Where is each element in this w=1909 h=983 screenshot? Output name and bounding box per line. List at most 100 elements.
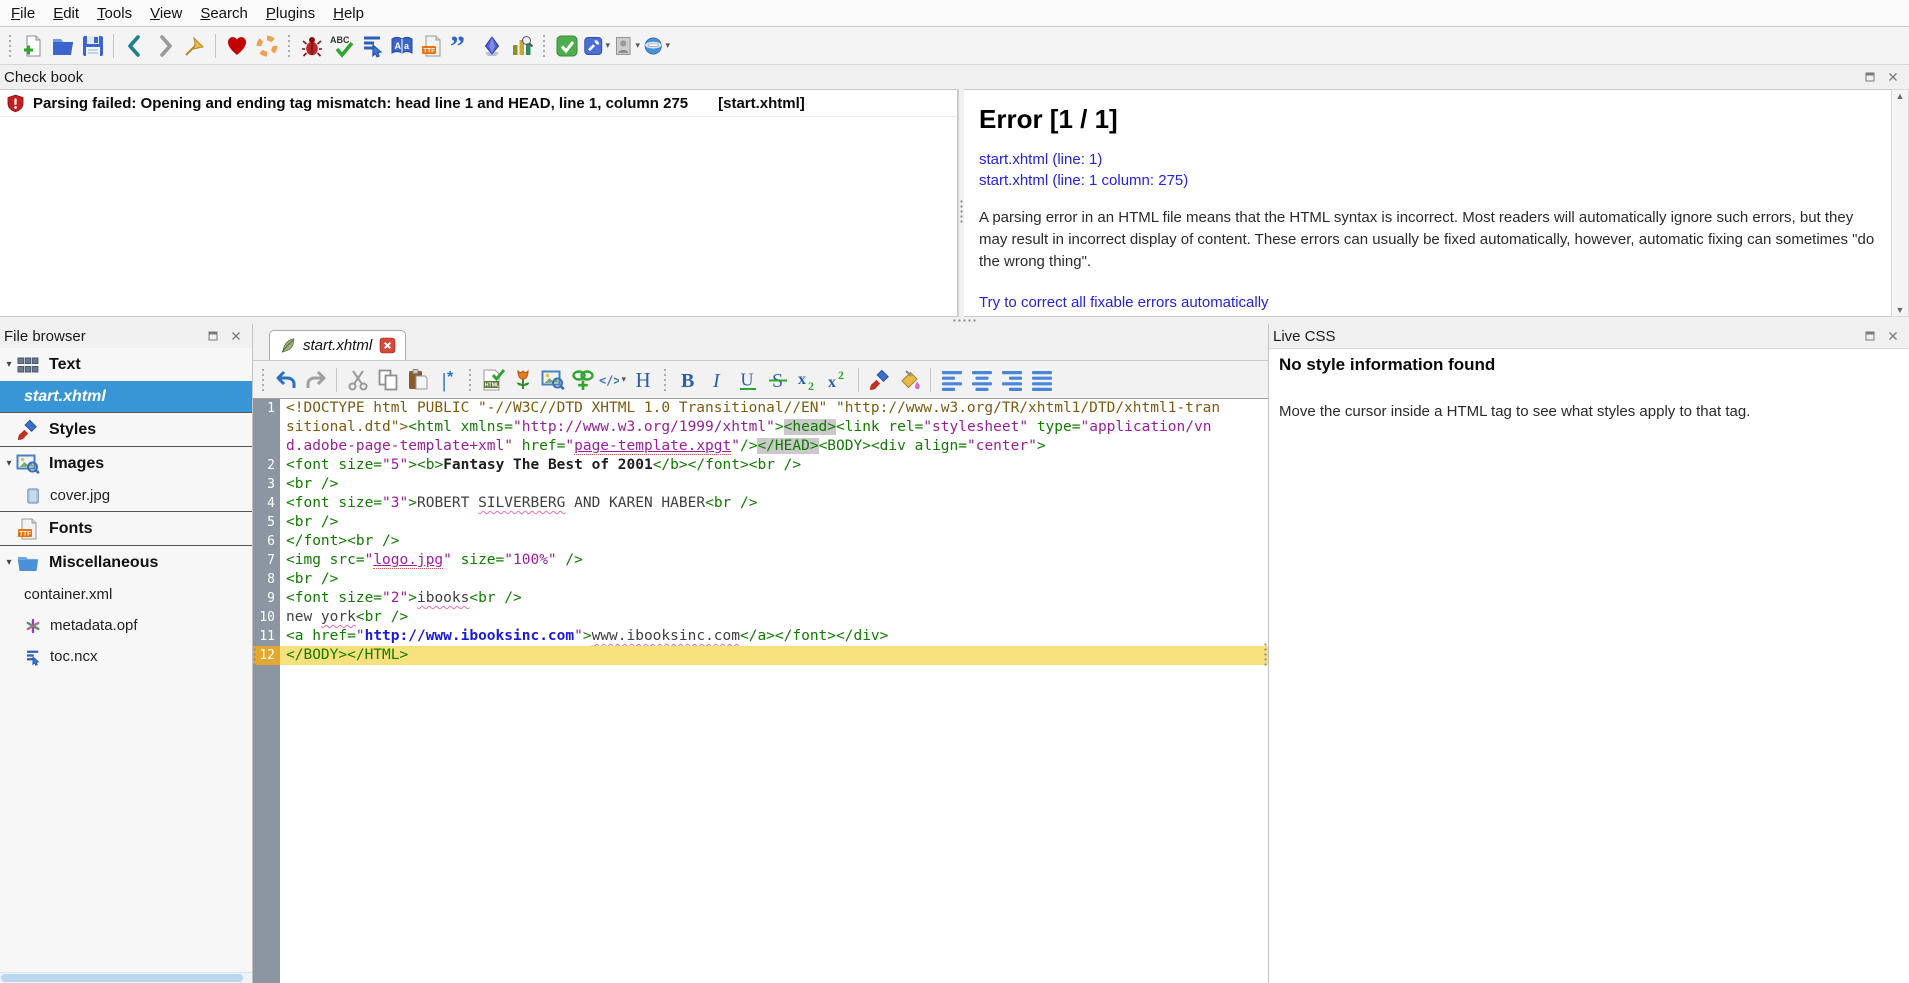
tree-item-styles[interactable]: Styles	[0, 413, 252, 446]
float-panel-button[interactable]	[1862, 329, 1878, 344]
bookmark-button[interactable]	[181, 32, 208, 59]
code-line-11[interactable]: 11 <a href="http://www.ibooksinc.com">www…	[253, 627, 1268, 646]
subscript-button[interactable]: x2	[794, 366, 821, 393]
save-button[interactable]	[79, 32, 106, 59]
toolbar-grip[interactable]	[662, 367, 668, 392]
metadata-editor-button[interactable]: Aa	[388, 32, 415, 59]
format-painter-button[interactable]	[866, 366, 893, 393]
epubcheck-button[interactable]	[553, 32, 580, 59]
align-center-button[interactable]	[968, 366, 995, 393]
dropdown-arrow-icon[interactable]: ▾	[621, 374, 626, 385]
close-panel-button[interactable]	[228, 329, 244, 344]
redo-button[interactable]	[302, 366, 329, 393]
code-view[interactable]: 1 <!DOCTYPE html PUBLIC "-//W3C//DTD XHTM…	[253, 399, 1268, 983]
dropdown-arrow-icon[interactable]: ▾	[605, 40, 610, 51]
code-text[interactable]: <br />	[280, 513, 1268, 532]
superscript-button[interactable]: x2	[824, 366, 851, 393]
mend-all-button[interactable]	[358, 32, 385, 59]
forward-button[interactable]	[151, 32, 178, 59]
donate-button[interactable]	[223, 32, 250, 59]
tree-item-metadata-opf[interactable]: metadata.opf	[0, 610, 252, 641]
tree-item-miscellaneous[interactable]: ▾ Miscellaneous	[0, 546, 252, 579]
float-panel-button[interactable]	[205, 329, 221, 344]
menu-view[interactable]: View	[141, 3, 191, 24]
details-scrollbar[interactable]: ▲ ▼	[1891, 89, 1909, 317]
float-panel-button[interactable]	[1862, 70, 1878, 85]
user-guide-button[interactable]	[253, 32, 280, 59]
file-browser-hscrollbar[interactable]	[0, 972, 252, 983]
code-text[interactable]: <img src="logo.jpg" size="100%" />	[280, 551, 1268, 570]
validation-results-list[interactable]: Parsing failed: Opening and ending tag m…	[0, 89, 958, 317]
dropdown-arrow-icon[interactable]: ▾	[665, 40, 670, 51]
code-area[interactable]: 1 <!DOCTYPE html PUBLIC "-//W3C//DTD XHTM…	[253, 399, 1268, 665]
well-formed-check-button[interactable]	[298, 32, 325, 59]
new-file-button[interactable]	[19, 32, 46, 59]
menu-edit[interactable]: Edit	[44, 3, 88, 24]
tree-item-toc-ncx[interactable]: toc.ncx	[0, 641, 252, 672]
error-location-link-2[interactable]: start.xhtml (line: 1 column: 275)	[979, 170, 1877, 191]
expand-arrow-icon[interactable]: ▾	[2, 557, 16, 568]
tree-item-fonts[interactable]: TTF Fonts	[0, 512, 252, 545]
tab-start-xhtml[interactable]: start.xhtml	[269, 330, 407, 360]
code-text[interactable]: <font size="2">ibooks<br />	[280, 589, 1268, 608]
heading-button[interactable]: H	[629, 366, 656, 393]
mend-code-button[interactable]: HTML	[479, 366, 506, 393]
insert-image-button[interactable]	[539, 366, 566, 393]
tree-item-start-xhtml[interactable]: start.xhtml	[0, 381, 252, 412]
special-characters-button[interactable]	[478, 32, 505, 59]
validation-error-row[interactable]: Parsing failed: Opening and ending tag m…	[0, 90, 957, 117]
dropdown-arrow-icon[interactable]: ▾	[635, 40, 640, 51]
tree-item-container-xml[interactable]: container.xml	[0, 579, 252, 610]
code-text[interactable]: <br />	[280, 570, 1268, 589]
insert-marker-button[interactable]: | *	[434, 366, 461, 393]
code-line-4[interactable]: 4 <font size="3">ROBERT SILVERBERG AND KA…	[253, 494, 1268, 513]
strikethrough-button[interactable]: S	[764, 366, 791, 393]
code-line-6[interactable]: 6 </font><br />	[253, 532, 1268, 551]
code-line-2[interactable]: 2 <font size="5"><b>Fantasy The Best of 2…	[253, 456, 1268, 475]
cut-button[interactable]	[344, 366, 371, 393]
clips-button[interactable]: ”	[448, 32, 475, 59]
menu-search[interactable]: Search	[191, 3, 257, 24]
autofix-link[interactable]: Try to correct all fixable errors automa…	[979, 294, 1877, 311]
back-button[interactable]	[121, 32, 148, 59]
code-text[interactable]: </BODY></HTML>	[280, 646, 1268, 665]
splitter-grip[interactable]	[952, 318, 978, 323]
insert-file-button[interactable]	[509, 366, 536, 393]
paste-button[interactable]	[404, 366, 431, 393]
code-line-12[interactable]: 12 </BODY></HTML>	[253, 646, 1268, 665]
reports-button[interactable]	[508, 32, 535, 59]
code-element-button[interactable]: </> ▾	[599, 366, 626, 393]
undo-button[interactable]	[272, 366, 299, 393]
code-line-10[interactable]: 10 new york<br />	[253, 608, 1268, 627]
livecss-splitter-grip[interactable]	[1263, 642, 1268, 668]
insert-link-button[interactable]	[569, 366, 596, 393]
close-panel-button[interactable]	[1885, 70, 1901, 85]
plugin-browser-button[interactable]: ▾	[643, 32, 670, 59]
code-line-5[interactable]: 5 <br />	[253, 513, 1268, 532]
splitter-grip[interactable]	[959, 199, 964, 223]
menu-file[interactable]: File	[2, 3, 44, 24]
tree-item-text[interactable]: ▾ Text	[0, 348, 252, 381]
code-line-7[interactable]: 7 <img src="logo.jpg" size="100%" />	[253, 551, 1268, 570]
italic-button[interactable]: I	[704, 366, 731, 393]
color-fill-button[interactable]	[896, 366, 923, 393]
menu-tools[interactable]: Tools	[88, 3, 141, 24]
expand-arrow-icon[interactable]: ▾	[2, 359, 16, 370]
code-text[interactable]: new york<br />	[280, 608, 1268, 627]
toolbar-grip[interactable]	[467, 367, 473, 392]
code-line-9[interactable]: 9 <font size="2">ibooks<br />	[253, 589, 1268, 608]
expand-arrow-icon[interactable]: ▾	[2, 458, 16, 469]
checkbook-vertical-splitter[interactable]	[958, 89, 964, 317]
scroll-down-arrow[interactable]: ▼	[1896, 305, 1905, 315]
code-text[interactable]: <font size="3">ROBERT SILVERBERG AND KAR…	[280, 494, 1268, 513]
align-right-button[interactable]	[998, 366, 1025, 393]
code-line-3[interactable]: 3 <br />	[253, 475, 1268, 494]
scrollbar-thumb[interactable]	[1, 974, 243, 982]
align-justify-button[interactable]	[1028, 366, 1055, 393]
code-text[interactable]: <br />	[280, 475, 1268, 494]
close-panel-button[interactable]	[1885, 329, 1901, 344]
toolbar-grip[interactable]	[7, 33, 13, 58]
plugin-photo-button[interactable]: ▾	[613, 32, 640, 59]
filebrowser-splitter-grip[interactable]	[252, 642, 257, 668]
code-text[interactable]: <!DOCTYPE html PUBLIC "-//W3C//DTD XHTML…	[280, 399, 1268, 456]
